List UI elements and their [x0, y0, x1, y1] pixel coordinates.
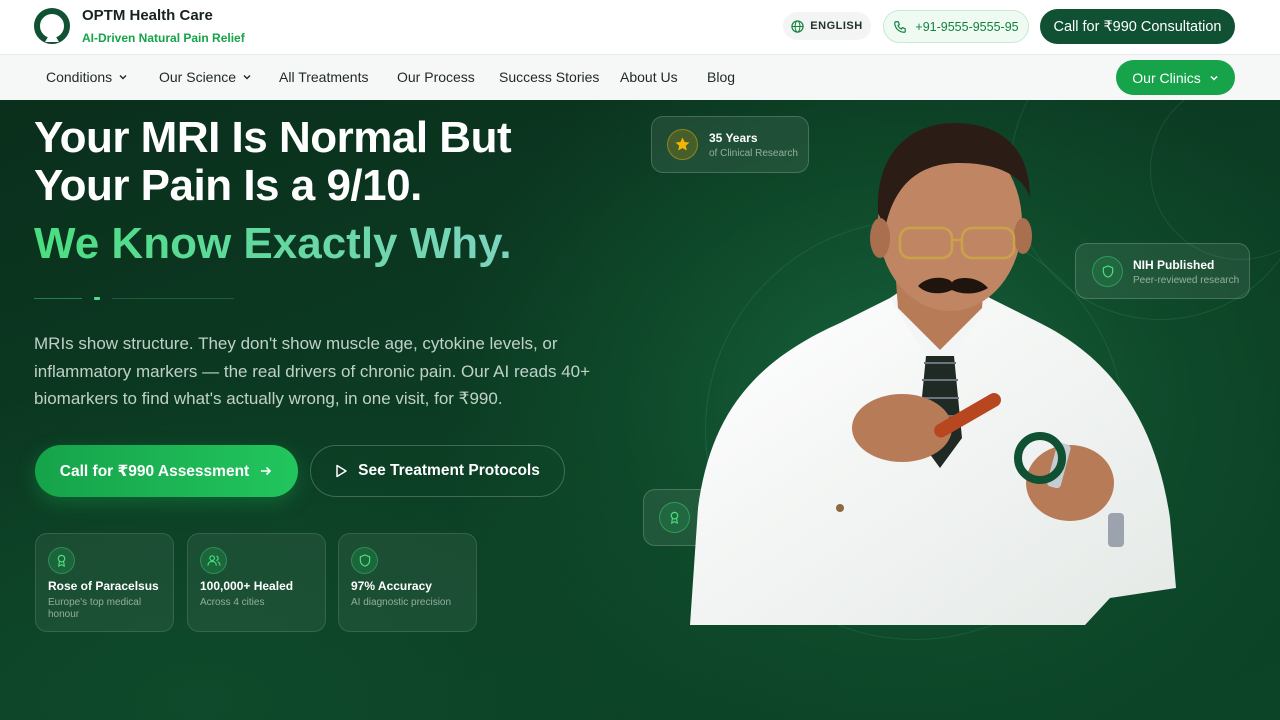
- nav-label: Our Science: [159, 69, 237, 85]
- hero-headline-line-1: Your MRI Is Normal But: [34, 113, 512, 162]
- nav-conditions[interactable]: Conditions: [46, 69, 128, 85]
- hero-headline-line-2: Your Pain Is a 9/10.: [34, 161, 422, 210]
- nav-our-process[interactable]: Our Process: [397, 69, 475, 85]
- nav-label: About Us: [620, 69, 678, 85]
- treatment-protocols-button[interactable]: See Treatment Protocols: [310, 445, 565, 497]
- main-navigation: Conditions Our Science All Treatments Ou…: [0, 54, 1280, 100]
- chevron-down-icon: [119, 75, 127, 80]
- brand-logo[interactable]: [34, 8, 70, 44]
- stat-title: 100,000+ Healed: [200, 579, 294, 593]
- nav-label: Success Stories: [499, 69, 600, 85]
- phone-icon: [894, 20, 907, 33]
- cta-label: See Treatment Protocols: [358, 462, 540, 479]
- brand-tagline: AI-Driven Natural Pain Relief: [82, 31, 245, 45]
- nav-blog[interactable]: Blog: [707, 69, 735, 85]
- stat-title: 97% Accuracy: [351, 579, 432, 593]
- users-icon: [200, 547, 227, 574]
- hero-description: MRIs show structure. They don't show mus…: [34, 334, 591, 408]
- nav-label: Blog: [707, 69, 736, 85]
- nav-our-science[interactable]: Our Science: [159, 69, 252, 85]
- cta-label: Call for ₹990 Assessment: [59, 462, 250, 480]
- chevron-down-icon: [1210, 75, 1218, 81]
- award-icon: [48, 547, 75, 574]
- nav-label: Conditions: [46, 69, 113, 85]
- stat-card-award: Rose of Paracelsus Europe's top medical …: [35, 533, 174, 632]
- phone-button[interactable]: +91-9555-9555-95: [883, 10, 1029, 43]
- language-selector[interactable]: ENGLISH: [783, 12, 871, 40]
- nav-success-stories[interactable]: Success Stories: [499, 69, 599, 85]
- hero-headline-accent: We Know Exactly Why.: [34, 219, 512, 268]
- nav-label: Our Process: [397, 69, 475, 85]
- award-icon: [659, 502, 690, 533]
- top-header: OPTM Health Care AI-Driven Natural Pain …: [0, 0, 1280, 54]
- call-assessment-button[interactable]: Call for ₹990 Assessment: [35, 445, 298, 497]
- shield-icon: [351, 547, 378, 574]
- chevron-down-icon: [243, 75, 251, 80]
- phone-number: +91-9555-9555-95: [915, 19, 1019, 34]
- clinics-label: Our Clinics: [1132, 69, 1201, 86]
- language-label: ENGLISH: [810, 20, 863, 32]
- our-clinics-button[interactable]: Our Clinics: [1116, 60, 1235, 95]
- stat-subtitle: AI diagnostic precision: [351, 597, 452, 608]
- stat-subtitle: Across 4 cities: [200, 597, 265, 608]
- globe-icon: [791, 19, 804, 33]
- nav-about-us[interactable]: About Us: [620, 69, 678, 85]
- nav-label: All Treatments: [279, 69, 369, 85]
- doctor-image: [690, 123, 1176, 625]
- decorative-divider: [34, 297, 234, 300]
- stat-title: Rose of Paracelsus: [48, 579, 159, 593]
- hero-section: Your MRI Is Normal But Your Pain Is a 9/…: [0, 100, 1280, 720]
- consultation-call-button[interactable]: Call for ₹990 Consultation: [1040, 9, 1235, 44]
- nav-all-treatments[interactable]: All Treatments: [279, 69, 368, 85]
- stat-subtitle: Europe's top medical honour: [48, 597, 142, 620]
- stat-card-accuracy: 97% Accuracy AI diagnostic precision: [338, 533, 477, 632]
- arrow-right-icon: [261, 466, 272, 476]
- stat-card-healed: 100,000+ Healed Across 4 cities: [187, 533, 326, 632]
- brand-name[interactable]: OPTM Health Care: [82, 7, 213, 24]
- play-icon: [336, 464, 347, 478]
